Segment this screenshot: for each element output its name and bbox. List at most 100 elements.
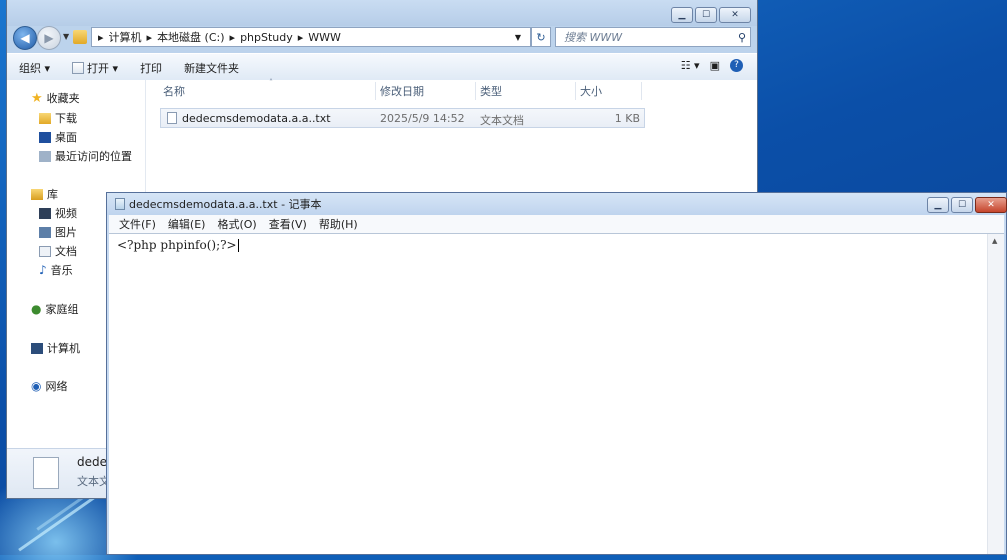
forward-button[interactable]: ▶ bbox=[37, 26, 61, 50]
column-separator[interactable] bbox=[575, 82, 576, 100]
column-separator[interactable] bbox=[641, 82, 642, 100]
nav-favorites-label: 收藏夹 bbox=[46, 92, 80, 105]
nav-documents-label: 文档 bbox=[55, 245, 77, 258]
address-row: ◀ ▶ ▼ ▸ 计算机 ▸ 本地磁盘 (C:) ▸ phpStudy ▸ WWW… bbox=[7, 26, 757, 50]
notepad-text-area[interactable]: <?php phpinfo();?> ▲ bbox=[109, 233, 1004, 554]
nav-recent-label: 最近访问的位置 bbox=[55, 150, 132, 163]
nav-desktop[interactable]: 桌面 bbox=[39, 129, 77, 145]
file-row[interactable]: dedecmsdemodata.a.a..txt 2025/5/9 14:52 … bbox=[160, 108, 645, 128]
search-input[interactable]: 搜索 WWW ⚲ bbox=[555, 27, 751, 47]
breadcrumb-separator-icon: ▸ bbox=[98, 30, 104, 44]
close-button[interactable]: ✕ bbox=[719, 7, 751, 23]
nav-recent-places[interactable]: 最近访问的位置 bbox=[39, 148, 132, 164]
maximize-button[interactable]: ☐ bbox=[695, 7, 717, 23]
notepad-icon bbox=[115, 198, 125, 210]
column-separator[interactable] bbox=[375, 82, 376, 100]
menu-help[interactable]: 帮助(H) bbox=[319, 216, 358, 232]
breadcrumb-separator-icon: ▸ bbox=[297, 30, 304, 44]
breadcrumb-local-disk[interactable]: 本地磁盘 (C:) bbox=[157, 29, 224, 45]
organize-button[interactable]: 组织 ▾ bbox=[19, 60, 50, 76]
menu-edit[interactable]: 编辑(E) bbox=[168, 216, 206, 232]
menu-format[interactable]: 格式(O) bbox=[217, 216, 256, 232]
search-icon[interactable]: ⚲ bbox=[738, 31, 746, 44]
nav-downloads[interactable]: 下载 bbox=[39, 110, 77, 126]
homegroup-icon: ● bbox=[31, 302, 42, 316]
explorer-caption-buttons: ▁ ☐ ✕ bbox=[671, 7, 751, 23]
documents-icon bbox=[39, 245, 51, 257]
open-button-label: 打开 ▾ bbox=[87, 61, 119, 75]
change-view-icon[interactable]: ☷ ▾ bbox=[681, 59, 700, 72]
recent-pages-chevron-icon[interactable]: ▼ bbox=[63, 32, 69, 41]
videos-icon bbox=[39, 207, 51, 219]
nav-music-label: 音乐 bbox=[50, 264, 73, 277]
file-modified: 2025/5/9 14:52 bbox=[380, 112, 465, 125]
notepad-menubar: 文件(F) 编辑(E) 格式(O) 查看(V) 帮助(H) bbox=[109, 215, 1004, 233]
nav-library-label: 库 bbox=[47, 188, 58, 201]
nav-downloads-label: 下载 bbox=[55, 112, 77, 125]
nav-library[interactable]: 库 bbox=[31, 186, 58, 202]
nav-homegroup-label: 家庭组 bbox=[45, 303, 79, 316]
text-caret bbox=[237, 239, 239, 252]
notepad-content[interactable]: <?php phpinfo();?> bbox=[117, 238, 239, 252]
help-icon[interactable]: ? bbox=[730, 59, 743, 72]
menu-file[interactable]: 文件(F) bbox=[119, 216, 156, 232]
minimize-button[interactable]: ▁ bbox=[671, 7, 693, 23]
pictures-icon bbox=[39, 226, 51, 238]
refresh-icon: ↻ bbox=[536, 30, 546, 44]
notepad-content-text: <?php phpinfo();?> bbox=[117, 238, 237, 252]
nav-network-label: 网络 bbox=[45, 380, 68, 393]
back-button[interactable]: ◀ bbox=[13, 26, 37, 50]
nav-desktop-label: 桌面 bbox=[55, 131, 77, 144]
notepad-caption-buttons: ▁ ☐ ✕ bbox=[927, 197, 1007, 213]
column-header-type[interactable]: 类型 bbox=[480, 80, 502, 102]
breadcrumb-separator-icon: ▸ bbox=[146, 30, 153, 44]
nav-computer[interactable]: 计算机 bbox=[31, 340, 80, 356]
star-icon: ★ bbox=[31, 90, 43, 106]
new-folder-button[interactable]: 新建文件夹 bbox=[184, 60, 239, 76]
document-icon bbox=[72, 61, 85, 74]
notepad-close-button[interactable]: ✕ bbox=[975, 197, 1007, 213]
folder-icon bbox=[73, 30, 87, 44]
column-header-modified[interactable]: 修改日期 bbox=[380, 80, 424, 102]
vertical-scrollbar[interactable]: ▲ bbox=[987, 234, 1004, 554]
nav-pictures[interactable]: 图片 bbox=[39, 224, 77, 240]
menu-view[interactable]: 查看(V) bbox=[269, 216, 307, 232]
nav-network[interactable]: ◉ 网络 bbox=[31, 378, 67, 394]
nav-documents[interactable]: 文档 bbox=[39, 243, 77, 259]
file-type: 文本文档 bbox=[480, 114, 524, 127]
notepad-titlebar[interactable]: dedecmsdemodata.a.a..txt - 记事本 ▁ ☐ ✕ bbox=[107, 193, 1007, 215]
network-icon: ◉ bbox=[31, 379, 42, 393]
column-header-size[interactable]: 大小 bbox=[580, 80, 602, 102]
explorer-titlebar: ▁ ☐ ✕ bbox=[7, 0, 757, 26]
nav-videos-label: 视频 bbox=[55, 207, 77, 220]
address-dropdown-icon[interactable]: ▼ bbox=[515, 33, 521, 42]
view-controls: ☷ ▾ ▣ ? bbox=[681, 59, 743, 72]
breadcrumb-www[interactable]: WWW bbox=[308, 31, 341, 44]
column-header-name[interactable]: 名称 bbox=[163, 80, 185, 102]
preview-pane-icon[interactable]: ▣ bbox=[710, 59, 720, 72]
column-separator[interactable] bbox=[475, 82, 476, 100]
notepad-maximize-button[interactable]: ☐ bbox=[951, 197, 973, 213]
refresh-button[interactable]: ↻ bbox=[531, 27, 551, 47]
open-button[interactable]: 打开 ▾ bbox=[72, 60, 118, 76]
library-icon bbox=[31, 188, 43, 200]
music-icon: ♪ bbox=[39, 263, 47, 277]
nav-computer-label: 计算机 bbox=[47, 342, 80, 355]
address-bar[interactable]: ▸ 计算机 ▸ 本地磁盘 (C:) ▸ phpStudy ▸ WWW ▼ bbox=[91, 27, 531, 47]
text-file-large-icon bbox=[33, 457, 59, 489]
notepad-window: dedecmsdemodata.a.a..txt - 记事本 ▁ ☐ ✕ 文件(… bbox=[106, 192, 1007, 555]
computer-icon bbox=[31, 342, 43, 354]
breadcrumb-computer[interactable]: 计算机 bbox=[109, 29, 142, 45]
nav-favorites[interactable]: ★ 收藏夹 bbox=[31, 90, 80, 106]
nav-homegroup[interactable]: ● 家庭组 bbox=[31, 301, 78, 317]
command-bar: 组织 ▾ 打开 ▾ 打印 新建文件夹 ☷ ▾ ▣ ? bbox=[7, 53, 757, 82]
recent-places-icon bbox=[39, 150, 51, 162]
notepad-minimize-button[interactable]: ▁ bbox=[927, 197, 949, 213]
scroll-up-icon[interactable]: ▲ bbox=[992, 237, 997, 245]
nav-music[interactable]: ♪ 音乐 bbox=[39, 262, 73, 278]
nav-pictures-label: 图片 bbox=[55, 226, 77, 239]
breadcrumb-phpstudy[interactable]: phpStudy bbox=[240, 31, 293, 44]
nav-videos[interactable]: 视频 bbox=[39, 205, 77, 221]
file-size: 1 KB bbox=[614, 112, 640, 125]
print-button[interactable]: 打印 bbox=[140, 60, 162, 76]
